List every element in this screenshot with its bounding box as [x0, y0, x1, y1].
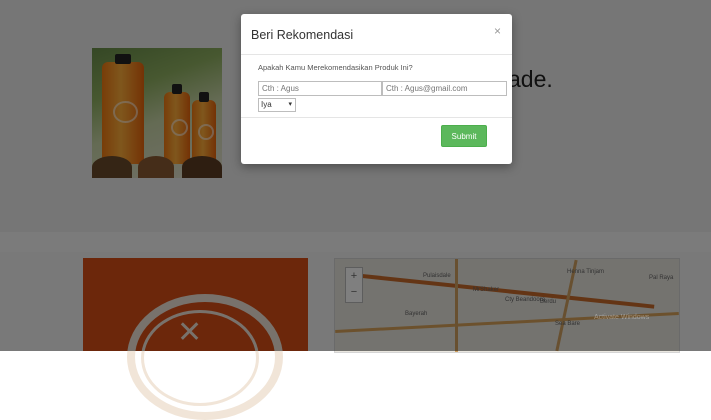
modal-footer-divider	[241, 117, 512, 118]
recommendation-modal: Beri Rekomendasi × Apakah Kamu Merekomen…	[241, 14, 512, 164]
close-icon[interactable]: ×	[494, 24, 501, 38]
email-input[interactable]	[382, 81, 507, 96]
modal-title: Beri Rekomendasi	[251, 28, 354, 42]
submit-button[interactable]: Submit	[441, 125, 487, 147]
windows-activation-watermark: Activate Windows	[594, 314, 650, 321]
recommend-select-value: Iya	[261, 100, 272, 109]
recommend-select[interactable]: Iya ▾	[258, 98, 296, 112]
name-input[interactable]	[258, 81, 382, 96]
chevron-down-icon: ▾	[288, 101, 292, 108]
recommendation-question: Apakah Kamu Merekomendasikan Produk Ini?	[258, 63, 413, 72]
modal-header-divider	[241, 54, 512, 55]
